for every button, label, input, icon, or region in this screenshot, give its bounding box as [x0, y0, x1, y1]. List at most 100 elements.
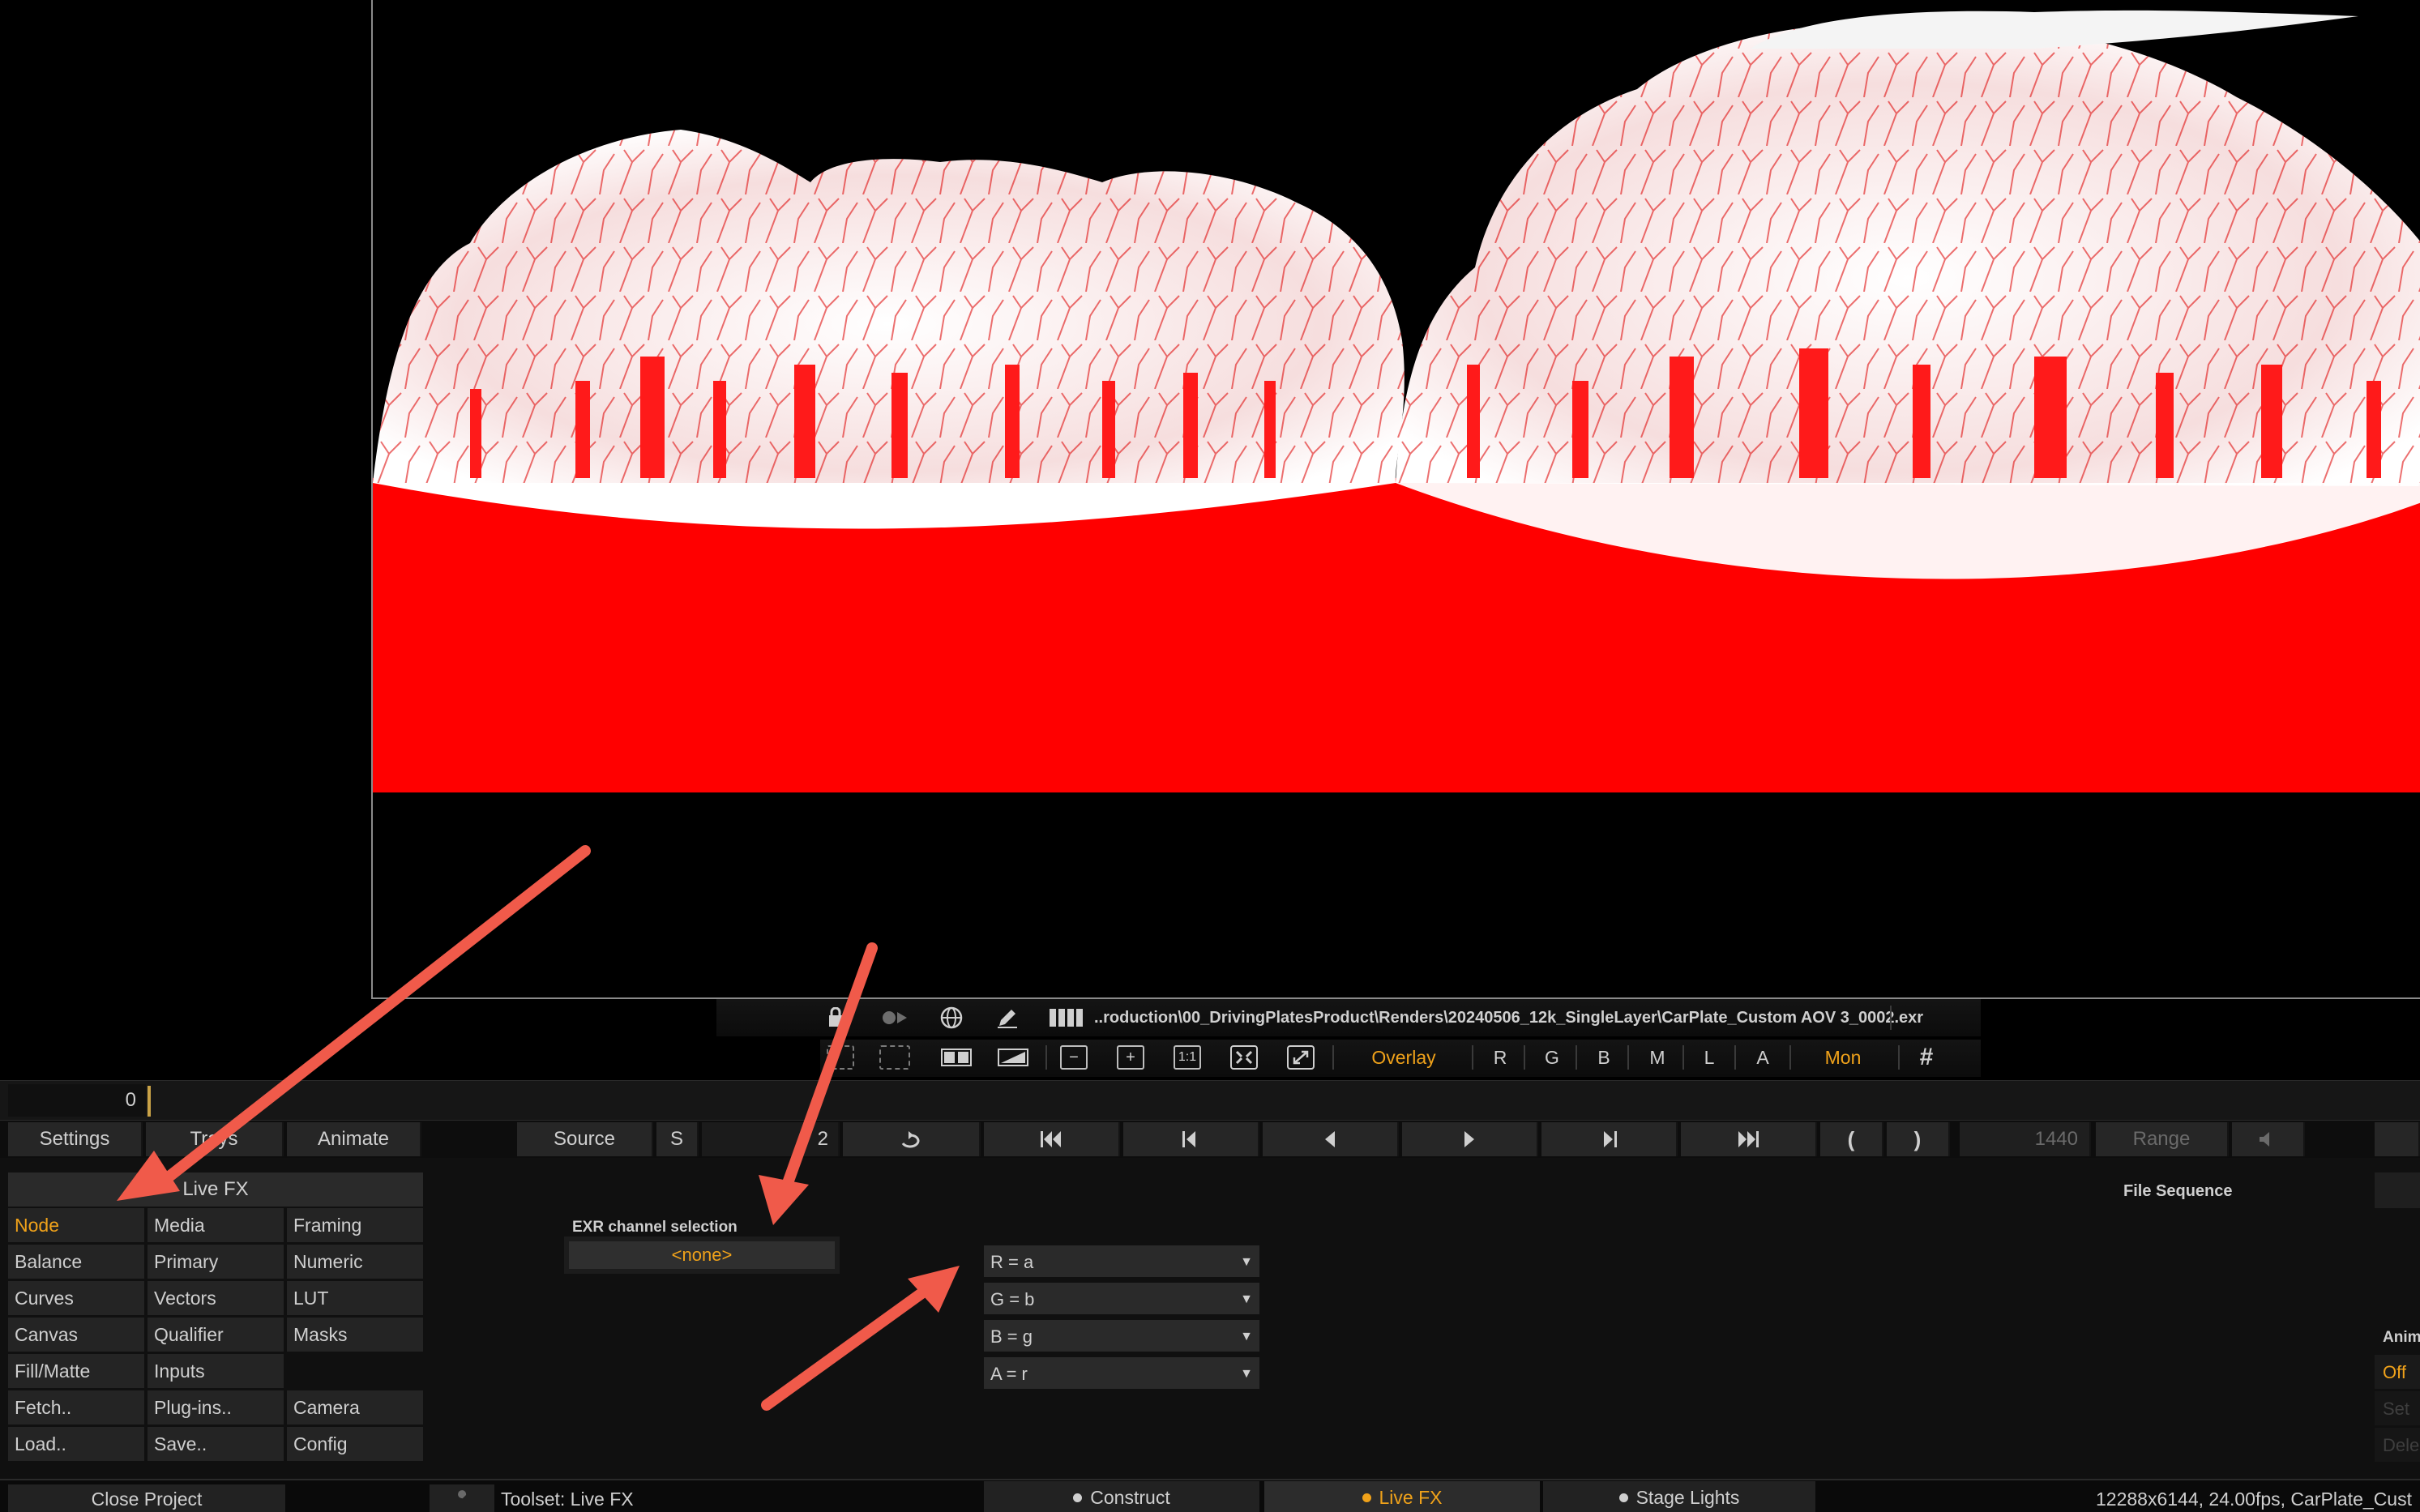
menu-item-qualifier[interactable]: Qualifier — [148, 1318, 284, 1352]
separator — [1576, 1045, 1577, 1070]
menu-item-inputs[interactable]: Inputs — [148, 1354, 284, 1388]
menu-item-save[interactable]: Save.. — [148, 1427, 284, 1461]
overlay-toggle[interactable]: Overlay — [1353, 1045, 1454, 1070]
trays-button[interactable]: Trays — [146, 1122, 284, 1156]
exr-channel-dropdown[interactable]: <none> — [564, 1237, 840, 1274]
transport-extra[interactable] — [2375, 1122, 2420, 1156]
current-frame-field[interactable]: 2 — [702, 1122, 840, 1156]
mark-in-icon[interactable]: ( — [1820, 1122, 1883, 1156]
menu-item-primary[interactable]: Primary — [148, 1245, 284, 1279]
channel-m-button[interactable]: M — [1644, 1045, 1671, 1070]
zoom-1to1-label: 1:1 — [1174, 1045, 1201, 1070]
skip-to-end-icon[interactable] — [1681, 1122, 1817, 1156]
image-viewer[interactable] — [371, 0, 2420, 999]
exr-channel-value: <none> — [671, 1245, 733, 1265]
playhead[interactable] — [148, 1086, 151, 1117]
menu-item-numeric[interactable]: Numeric — [287, 1245, 423, 1279]
channel-l-button[interactable]: L — [1695, 1045, 1723, 1070]
menu-item-node[interactable]: Node — [8, 1208, 144, 1242]
channel-map-label: R = a — [990, 1252, 1034, 1272]
anim-label: Anim — [2383, 1329, 2420, 1346]
play-icon[interactable] — [1402, 1122, 1538, 1156]
set-key-label: Set — [2383, 1399, 2410, 1419]
grid-icon[interactable]: # — [1913, 1044, 1940, 1070]
menu-item-vectors[interactable]: Vectors — [148, 1281, 284, 1315]
mark-out-icon[interactable]: ) — [1887, 1122, 1950, 1156]
play-reverse-icon[interactable] — [1263, 1122, 1399, 1156]
zoom-out-icon[interactable]: − — [1058, 1045, 1089, 1070]
anim-off-button[interactable]: Off — [2375, 1355, 2420, 1389]
split-view-icon[interactable] — [940, 1045, 973, 1070]
next-frame-icon[interactable] — [1541, 1122, 1678, 1156]
previous-frame-icon[interactable] — [1123, 1122, 1259, 1156]
loop-icon[interactable] — [843, 1122, 981, 1156]
fit-icon[interactable] — [1229, 1045, 1259, 1070]
channel-map-g[interactable]: G = b ▼ — [984, 1283, 1259, 1317]
skip-to-start-icon[interactable] — [984, 1122, 1120, 1156]
settings-button[interactable]: Settings — [8, 1122, 143, 1156]
globe-icon[interactable] — [937, 1005, 966, 1031]
close-project-button[interactable]: Close Project — [8, 1484, 285, 1512]
safe-area-icon[interactable] — [827, 1045, 854, 1070]
menu-item-load[interactable]: Load.. — [8, 1427, 144, 1461]
menu-item-fetch[interactable]: Fetch.. — [8, 1390, 144, 1424]
toolset-label: Toolset: Live FX — [501, 1488, 634, 1510]
channel-r-button[interactable]: R — [1486, 1045, 1514, 1070]
menu-item-lut[interactable]: LUT — [287, 1281, 423, 1315]
frame-icon[interactable] — [879, 1045, 911, 1070]
pen-icon[interactable] — [994, 1005, 1021, 1031]
tab-stage-lights[interactable]: Stage Lights — [1543, 1481, 1815, 1512]
right-edge-field[interactable] — [2375, 1172, 2420, 1208]
tab-live-fx[interactable]: Live FX — [1264, 1481, 1540, 1512]
record-icon[interactable] — [879, 1005, 911, 1031]
menu-empty-cell — [287, 1354, 423, 1388]
audio-icon[interactable] — [2232, 1122, 2305, 1156]
lock-icon[interactable] — [822, 1005, 849, 1031]
separator — [1472, 1045, 1473, 1070]
frame-number-field[interactable]: 0 — [8, 1084, 146, 1117]
range-button[interactable]: Range — [2096, 1122, 2229, 1156]
tab-dot-icon — [1618, 1493, 1628, 1502]
separator — [1682, 1045, 1684, 1070]
zoom-1to1-button[interactable]: 1:1 — [1172, 1045, 1203, 1070]
fullscreen-icon[interactable] — [1285, 1045, 1316, 1070]
gradient-icon[interactable] — [997, 1045, 1029, 1070]
wrench-icon[interactable] — [430, 1484, 494, 1512]
transport-bar: Settings Trays Animate Source S 2 ( ) 14… — [0, 1121, 2420, 1158]
channel-map-a[interactable]: A = r ▼ — [984, 1357, 1259, 1391]
menu-item-media[interactable]: Media — [148, 1208, 284, 1242]
channel-g-button[interactable]: G — [1538, 1045, 1566, 1070]
channel-a-button[interactable]: A — [1749, 1045, 1777, 1070]
zoom-in-icon[interactable]: + — [1115, 1045, 1146, 1070]
menu-header: Live FX — [8, 1172, 423, 1207]
menu-item-canvas[interactable]: Canvas — [8, 1318, 144, 1352]
menu-item-config[interactable]: Config — [287, 1427, 423, 1461]
separator — [1890, 1006, 1892, 1030]
channel-map-r[interactable]: R = a ▼ — [984, 1245, 1259, 1279]
menu-item-balance[interactable]: Balance — [8, 1245, 144, 1279]
menu-item-framing[interactable]: Framing — [287, 1208, 423, 1242]
channel-b-button[interactable]: B — [1590, 1045, 1618, 1070]
status-bar: Close Project Toolset: Live FX Construct… — [0, 1479, 2420, 1512]
separator — [1789, 1045, 1791, 1070]
menu-item-fill-matte[interactable]: Fill/Matte — [8, 1354, 144, 1388]
s-button[interactable]: S — [656, 1122, 699, 1156]
delete-key-button[interactable]: Dele — [2375, 1428, 2420, 1462]
dropdown-arrow-icon: ▼ — [1240, 1330, 1253, 1343]
channel-map-label: A = r — [990, 1364, 1028, 1384]
channel-map-b[interactable]: B = g ▼ — [984, 1320, 1259, 1354]
tab-label: Stage Lights — [1635, 1486, 1740, 1508]
timeline[interactable]: 0 — [0, 1080, 2420, 1121]
animate-button[interactable]: Animate — [287, 1122, 421, 1156]
exr-channel-label: EXR channel selection — [572, 1219, 738, 1236]
tab-construct[interactable]: Construct — [984, 1481, 1259, 1512]
menu-item-curves[interactable]: Curves — [8, 1281, 144, 1315]
menu-item-masks[interactable]: Masks — [287, 1318, 423, 1352]
menu-item-plug-ins[interactable]: Plug-ins.. — [148, 1390, 284, 1424]
source-button[interactable]: Source — [517, 1122, 653, 1156]
set-key-button[interactable]: Set — [2375, 1391, 2420, 1425]
monitor-button[interactable]: Mon — [1804, 1045, 1882, 1070]
separator — [1524, 1045, 1525, 1070]
end-frame-field[interactable]: 1440 — [1960, 1122, 2091, 1156]
menu-item-camera[interactable]: Camera — [287, 1390, 423, 1424]
